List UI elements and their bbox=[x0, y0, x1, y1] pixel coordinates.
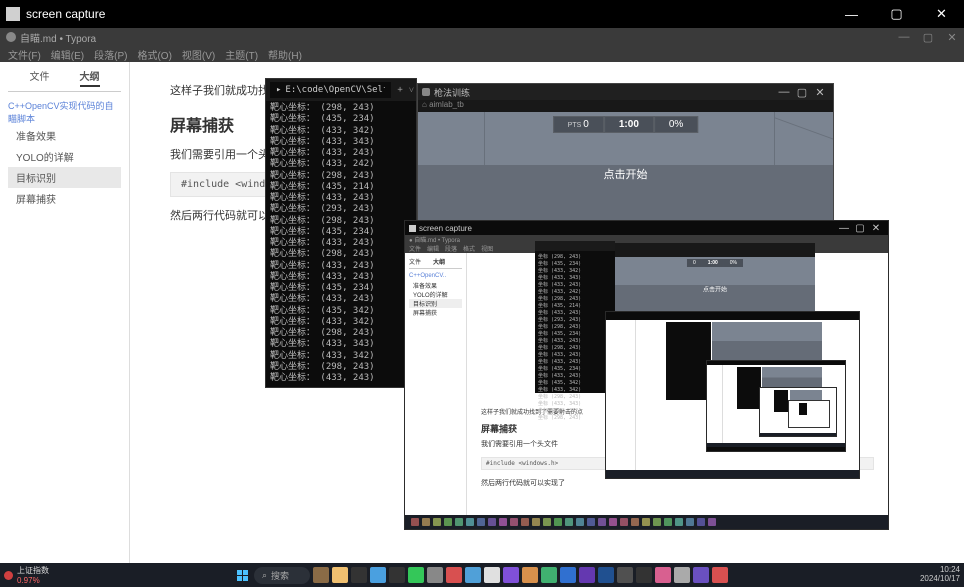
app-icon[interactable] bbox=[560, 567, 576, 583]
app-icon[interactable] bbox=[579, 567, 595, 583]
hud-points: PTS0 bbox=[553, 116, 604, 133]
maximize-button[interactable]: ▢ bbox=[874, 0, 919, 28]
app-icon[interactable] bbox=[655, 567, 671, 583]
hud-accuracy: 0% bbox=[654, 116, 698, 133]
nested-close[interactable]: ✕ bbox=[868, 223, 884, 234]
game-viewport[interactable]: PTS0 1:00 0% 点击开始 bbox=[418, 112, 833, 222]
app-icon[interactable] bbox=[465, 567, 481, 583]
app-icon[interactable] bbox=[446, 567, 462, 583]
edge-icon[interactable] bbox=[351, 567, 367, 583]
menu-item[interactable]: 格式(O) bbox=[137, 47, 171, 62]
terminal-window: ▸ E:\code\OpenCV\Self-aiming\ + ˅ 靶心坐标： … bbox=[265, 78, 417, 388]
menu-item[interactable]: 主题(T) bbox=[225, 47, 258, 62]
app-icon[interactable] bbox=[617, 567, 633, 583]
hud-timer: 1:00 bbox=[604, 116, 654, 133]
explorer-icon[interactable] bbox=[332, 567, 348, 583]
game-start-prompt[interactable]: 点击开始 bbox=[604, 166, 648, 182]
toc-item[interactable]: 准备效果 bbox=[8, 125, 121, 146]
app-icon[interactable] bbox=[712, 567, 728, 583]
store-icon[interactable] bbox=[370, 567, 386, 583]
terminal-tab[interactable]: ▸ E:\code\OpenCV\Self-aiming\ bbox=[270, 82, 391, 98]
app-icon[interactable] bbox=[693, 567, 709, 583]
terminal-output: 靶心坐标： (298, 243) 靶心坐标： (435, 234) 靶心坐标： … bbox=[266, 101, 416, 386]
nested-min[interactable]: — bbox=[836, 223, 852, 234]
stock-icon bbox=[4, 571, 13, 580]
game-scene-icon: ⌂ bbox=[422, 100, 427, 109]
nested-max[interactable]: ▢ bbox=[852, 223, 868, 234]
taskbar-search[interactable]: ⌕搜索 bbox=[254, 567, 310, 584]
app-icon bbox=[6, 7, 20, 21]
close-button[interactable]: ✕ bbox=[919, 0, 964, 28]
app-icon[interactable] bbox=[598, 567, 614, 583]
search-icon: ⌕ bbox=[262, 570, 267, 581]
game-title-text: 枪法训练 bbox=[434, 86, 470, 99]
minimize-button[interactable]: — bbox=[829, 0, 874, 28]
menu-item[interactable]: 帮助(H) bbox=[268, 47, 302, 62]
terminal-new-tab[interactable]: + bbox=[397, 85, 402, 95]
app-icon[interactable] bbox=[522, 567, 538, 583]
game-scene-name: aimlab_tb bbox=[429, 100, 464, 109]
task-view-icon[interactable] bbox=[313, 567, 329, 583]
toc-item[interactable]: YOLO的详解 bbox=[8, 146, 121, 167]
nested-app-icon bbox=[409, 225, 416, 232]
toc-item[interactable]: 目标识别 bbox=[8, 167, 121, 188]
taskbar-clock[interactable]: 10:24 2024/10/17 bbox=[920, 566, 960, 584]
app-icon[interactable] bbox=[427, 567, 443, 583]
typora-menubar: 文件(F) 编辑(E) 段落(P) 格式(O) 视图(V) 主题(T) 帮助(H) bbox=[0, 46, 964, 62]
app-icon[interactable] bbox=[541, 567, 557, 583]
typora-close[interactable]: ✕ bbox=[940, 31, 964, 44]
outer-titlebar: screen capture — ▢ ✕ bbox=[0, 0, 964, 28]
app-icon[interactable] bbox=[636, 567, 652, 583]
start-icon[interactable] bbox=[235, 567, 251, 583]
game-icon bbox=[422, 88, 430, 96]
sidebar-tab-files[interactable]: 文件 bbox=[30, 68, 50, 87]
game-close[interactable]: ✕ bbox=[811, 86, 829, 99]
terminal-tab-dropdown[interactable]: ˅ bbox=[409, 85, 414, 96]
menu-item[interactable]: 段落(P) bbox=[94, 47, 127, 62]
typora-max[interactable]: ▢ bbox=[916, 31, 940, 44]
powershell-icon: ▸ bbox=[276, 85, 281, 95]
toc-item[interactable]: 屏幕捕获 bbox=[8, 188, 121, 209]
menu-item[interactable]: 编辑(E) bbox=[51, 47, 84, 62]
taskbar-widget[interactable]: 上证指数 0.97% bbox=[4, 565, 49, 585]
game-window: 枪法训练 — ▢ ✕ ⌂ aimlab_tb PTS0 1:00 bbox=[417, 83, 834, 223]
typora-app-icon bbox=[6, 32, 16, 42]
app-icon[interactable] bbox=[408, 567, 424, 583]
sidebar-tab-outline[interactable]: 大纲 bbox=[80, 68, 100, 87]
app-icon[interactable] bbox=[484, 567, 500, 583]
typora-min[interactable]: — bbox=[892, 31, 916, 43]
app-icon[interactable] bbox=[389, 567, 405, 583]
nested-capture-window: screen capture — ▢ ✕ ● 自瞄.md • Typora 文件… bbox=[404, 220, 889, 530]
menu-item[interactable]: 文件(F) bbox=[8, 47, 41, 62]
game-min[interactable]: — bbox=[775, 86, 793, 98]
toc-doc-heading[interactable]: C++OpenCV实现代码的自瞄脚本 bbox=[8, 100, 121, 125]
typora-doc-title: 自瞄.md • Typora bbox=[20, 30, 96, 45]
app-icon[interactable] bbox=[674, 567, 690, 583]
game-max[interactable]: ▢ bbox=[793, 86, 811, 99]
menu-item[interactable]: 视图(V) bbox=[182, 47, 215, 62]
app-icon[interactable] bbox=[503, 567, 519, 583]
windows-taskbar: 上证指数 0.97% ⌕搜索 10:24 2024/10/17 bbox=[0, 563, 964, 587]
typora-sidebar: 文件 大纲 C++OpenCV实现代码的自瞄脚本 准备效果YOLO的详解目标识别… bbox=[0, 62, 130, 571]
window-title: screen capture bbox=[26, 7, 105, 21]
